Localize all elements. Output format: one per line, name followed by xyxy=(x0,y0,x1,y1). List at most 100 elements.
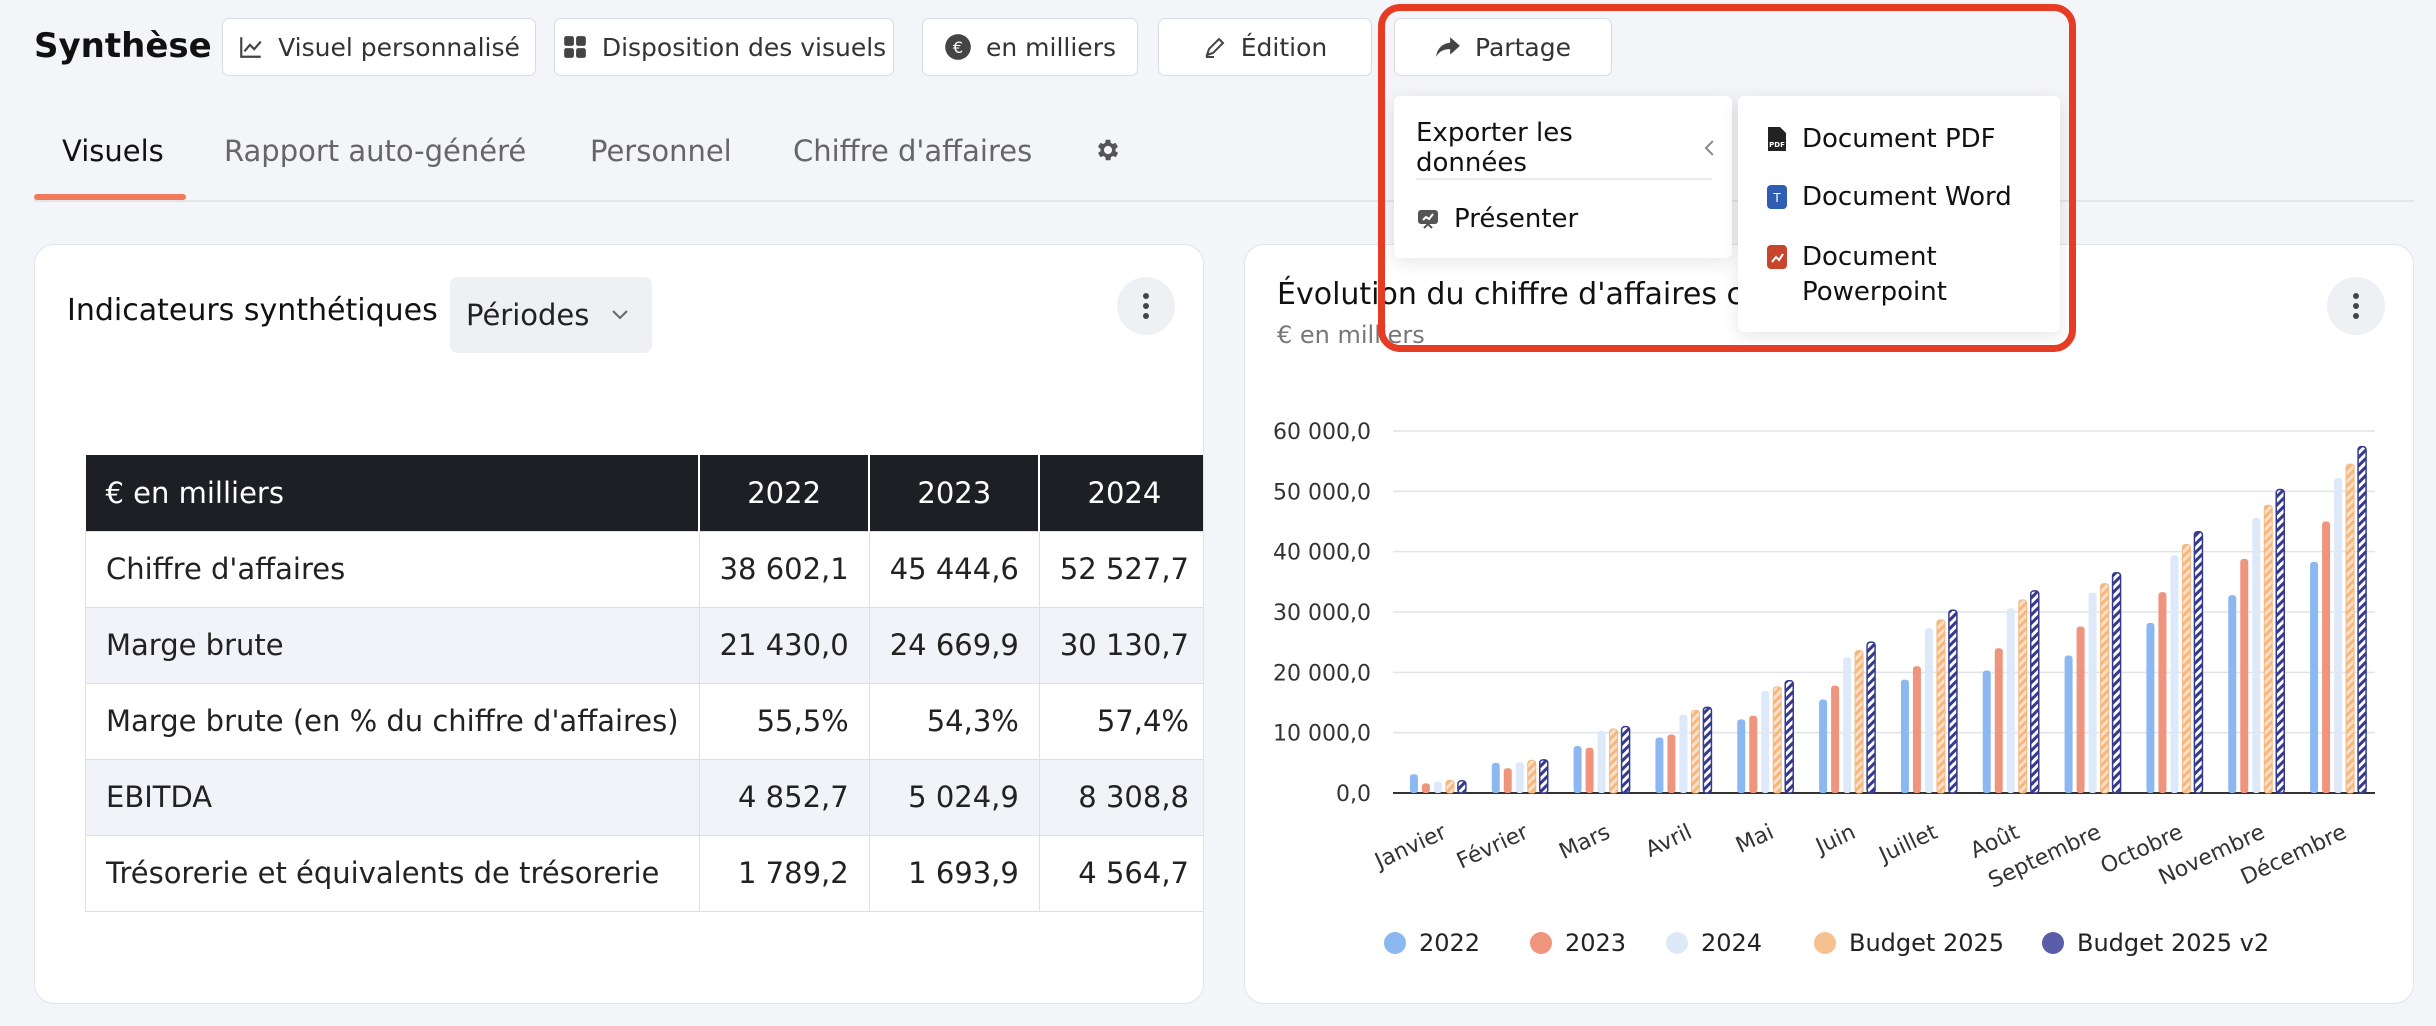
bar-budget-2025-v2 xyxy=(1784,680,1794,794)
table-header-cell: 2022 xyxy=(699,455,871,531)
bar-2024 xyxy=(1924,628,1933,793)
table-cell: 1 789,2 xyxy=(698,834,870,912)
legend-swatch xyxy=(1666,932,1688,954)
layout-button[interactable]: Disposition des visuels xyxy=(554,18,894,76)
bar-2024 xyxy=(1515,762,1524,793)
legend-label: Budget 2025 xyxy=(1849,929,2004,957)
table-row: Marge brute (en % du chiffre d'affaires)… xyxy=(85,682,1203,760)
units-label: en milliers xyxy=(986,32,1116,62)
table-cell: 57,4% xyxy=(1038,682,1203,760)
table-header-cell: 2024 xyxy=(1039,455,1203,531)
layout-label: Disposition des visuels xyxy=(601,32,887,62)
table-cell: 54,3% xyxy=(868,682,1040,760)
revenue-chart-card: Évolution du chiffre d'affaires cum € en… xyxy=(1244,244,2414,1004)
bar-budget-2025 xyxy=(2263,504,2273,794)
table-cell: 30 130,7 xyxy=(1038,606,1203,684)
table-cell: 52 527,7 xyxy=(1038,530,1203,608)
table-cell: 5 024,9 xyxy=(868,758,1040,836)
more-vertical-icon xyxy=(1143,293,1149,319)
bar-2024 xyxy=(2170,555,2179,793)
bar-budget-2025-v2 xyxy=(1457,780,1467,794)
table-row: Trésorerie et équivalents de trésorerie 1… xyxy=(85,834,1203,912)
y-tick-label: 0,0 xyxy=(1336,782,1371,807)
units-button[interactable]: € en milliers xyxy=(922,18,1138,76)
table-row-label: Trésorerie et équivalents de trésorerie xyxy=(85,834,700,912)
bar-2024 xyxy=(1843,657,1852,793)
bar-budget-2025 xyxy=(1609,728,1619,794)
bar-budget-2025 xyxy=(1772,686,1782,794)
edit-button[interactable]: Édition xyxy=(1158,18,1372,76)
highlight-annotation-box xyxy=(1378,4,2076,352)
kpi-card-more-button[interactable] xyxy=(1117,277,1175,335)
table-header-cell: € en milliers xyxy=(85,455,701,531)
table-cell: 24 669,9 xyxy=(868,606,1040,684)
bar-2022 xyxy=(1819,699,1828,793)
bar-2023 xyxy=(1831,685,1840,793)
bar-2022 xyxy=(1409,774,1418,793)
bar-budget-2025 xyxy=(2181,543,2191,794)
bar-2022 xyxy=(2064,655,2073,793)
kpi-card-title: Indicateurs synthétiques xyxy=(67,293,438,328)
table-row-label: Chiffre d'affaires xyxy=(85,530,700,608)
bar-2022 xyxy=(2228,595,2237,793)
y-tick-label: 50 000,0 xyxy=(1273,480,1371,505)
tab-visuels[interactable]: Visuels xyxy=(62,134,164,168)
bar-budget-2025-v2 xyxy=(2275,488,2285,794)
svg-text:€: € xyxy=(953,38,963,57)
table-row-label: EBITDA xyxy=(85,758,700,836)
edit-label: Édition xyxy=(1240,32,1328,62)
bar-budget-2025-v2 xyxy=(2111,572,2122,794)
bar-budget-2025 xyxy=(1690,709,1700,794)
bar-2022 xyxy=(1982,670,1991,793)
table-cell: 4 852,7 xyxy=(698,758,870,836)
bar-2023 xyxy=(1994,648,2003,793)
table-cell: 8 308,8 xyxy=(1038,758,1203,836)
x-tick-label: Mai xyxy=(1732,820,1778,859)
x-tick-label: Février xyxy=(1453,819,1533,874)
bar-2023 xyxy=(2076,626,2085,793)
bar-2024 xyxy=(1761,691,1770,793)
y-tick-label: 40 000,0 xyxy=(1273,541,1371,566)
bar-2022 xyxy=(1900,679,1909,793)
bar-budget-2025-v2 xyxy=(2193,531,2204,794)
bar-2024 xyxy=(2006,608,2015,793)
bar-budget-2025 xyxy=(2018,599,2028,794)
tab-chiffre-affaires[interactable]: Chiffre d'affaires xyxy=(793,134,1032,168)
table-row-label: Marge brute (en % du chiffre d'affaires) xyxy=(85,682,700,760)
table-cell: 4 564,7 xyxy=(1038,834,1203,912)
legend-label: 2024 xyxy=(1701,929,1762,957)
bar-2024 xyxy=(2334,478,2343,793)
bar-budget-2025-v2 xyxy=(2357,445,2367,794)
euro-icon: € xyxy=(945,34,971,60)
legend-label: 2023 xyxy=(1565,929,1626,957)
bar-2024 xyxy=(2252,517,2261,793)
x-tick-label: Avril xyxy=(1642,820,1696,863)
bar-budget-2025-v2 xyxy=(1948,609,1958,794)
bar-2022 xyxy=(1491,762,1500,793)
bar-2022 xyxy=(2310,561,2319,793)
bar-2023 xyxy=(2240,558,2249,793)
tab-personnel[interactable]: Personnel xyxy=(590,134,732,168)
y-tick-label: 30 000,0 xyxy=(1273,601,1371,626)
legend-label: Budget 2025 v2 xyxy=(2077,929,2269,957)
table-cell: 55,5% xyxy=(698,682,870,760)
table-header-cell: 2023 xyxy=(869,455,1041,531)
revenue-bar-chart: 0,0 10 000,0 20 000,0 30 000,0 40 000,0 50 00… xyxy=(1273,420,2375,957)
bar-budget-2025-v2 xyxy=(1702,706,1713,794)
pen-icon xyxy=(1205,37,1225,58)
period-select-value: Périodes xyxy=(466,298,590,332)
legend-label: 2022 xyxy=(1419,929,1480,957)
bar-2023 xyxy=(1585,747,1594,793)
bar-2022 xyxy=(1655,737,1664,793)
active-tab-indicator xyxy=(34,194,186,200)
period-select[interactable]: Périodes xyxy=(450,277,652,353)
bar-budget-2025 xyxy=(2345,463,2355,794)
bar-budget-2025-v2 xyxy=(2030,590,2040,794)
x-tick-label: Juillet xyxy=(1874,820,1942,869)
page-title: Synthèse xyxy=(34,26,212,66)
bar-budget-2025 xyxy=(1445,779,1455,794)
tab-rapport-auto-genere[interactable]: Rapport auto-généré xyxy=(224,134,526,168)
bar-budget-2025-v2 xyxy=(1620,725,1631,794)
tab-settings[interactable] xyxy=(1094,136,1122,168)
custom-visual-button[interactable]: Visuel personnalisé xyxy=(222,18,536,76)
